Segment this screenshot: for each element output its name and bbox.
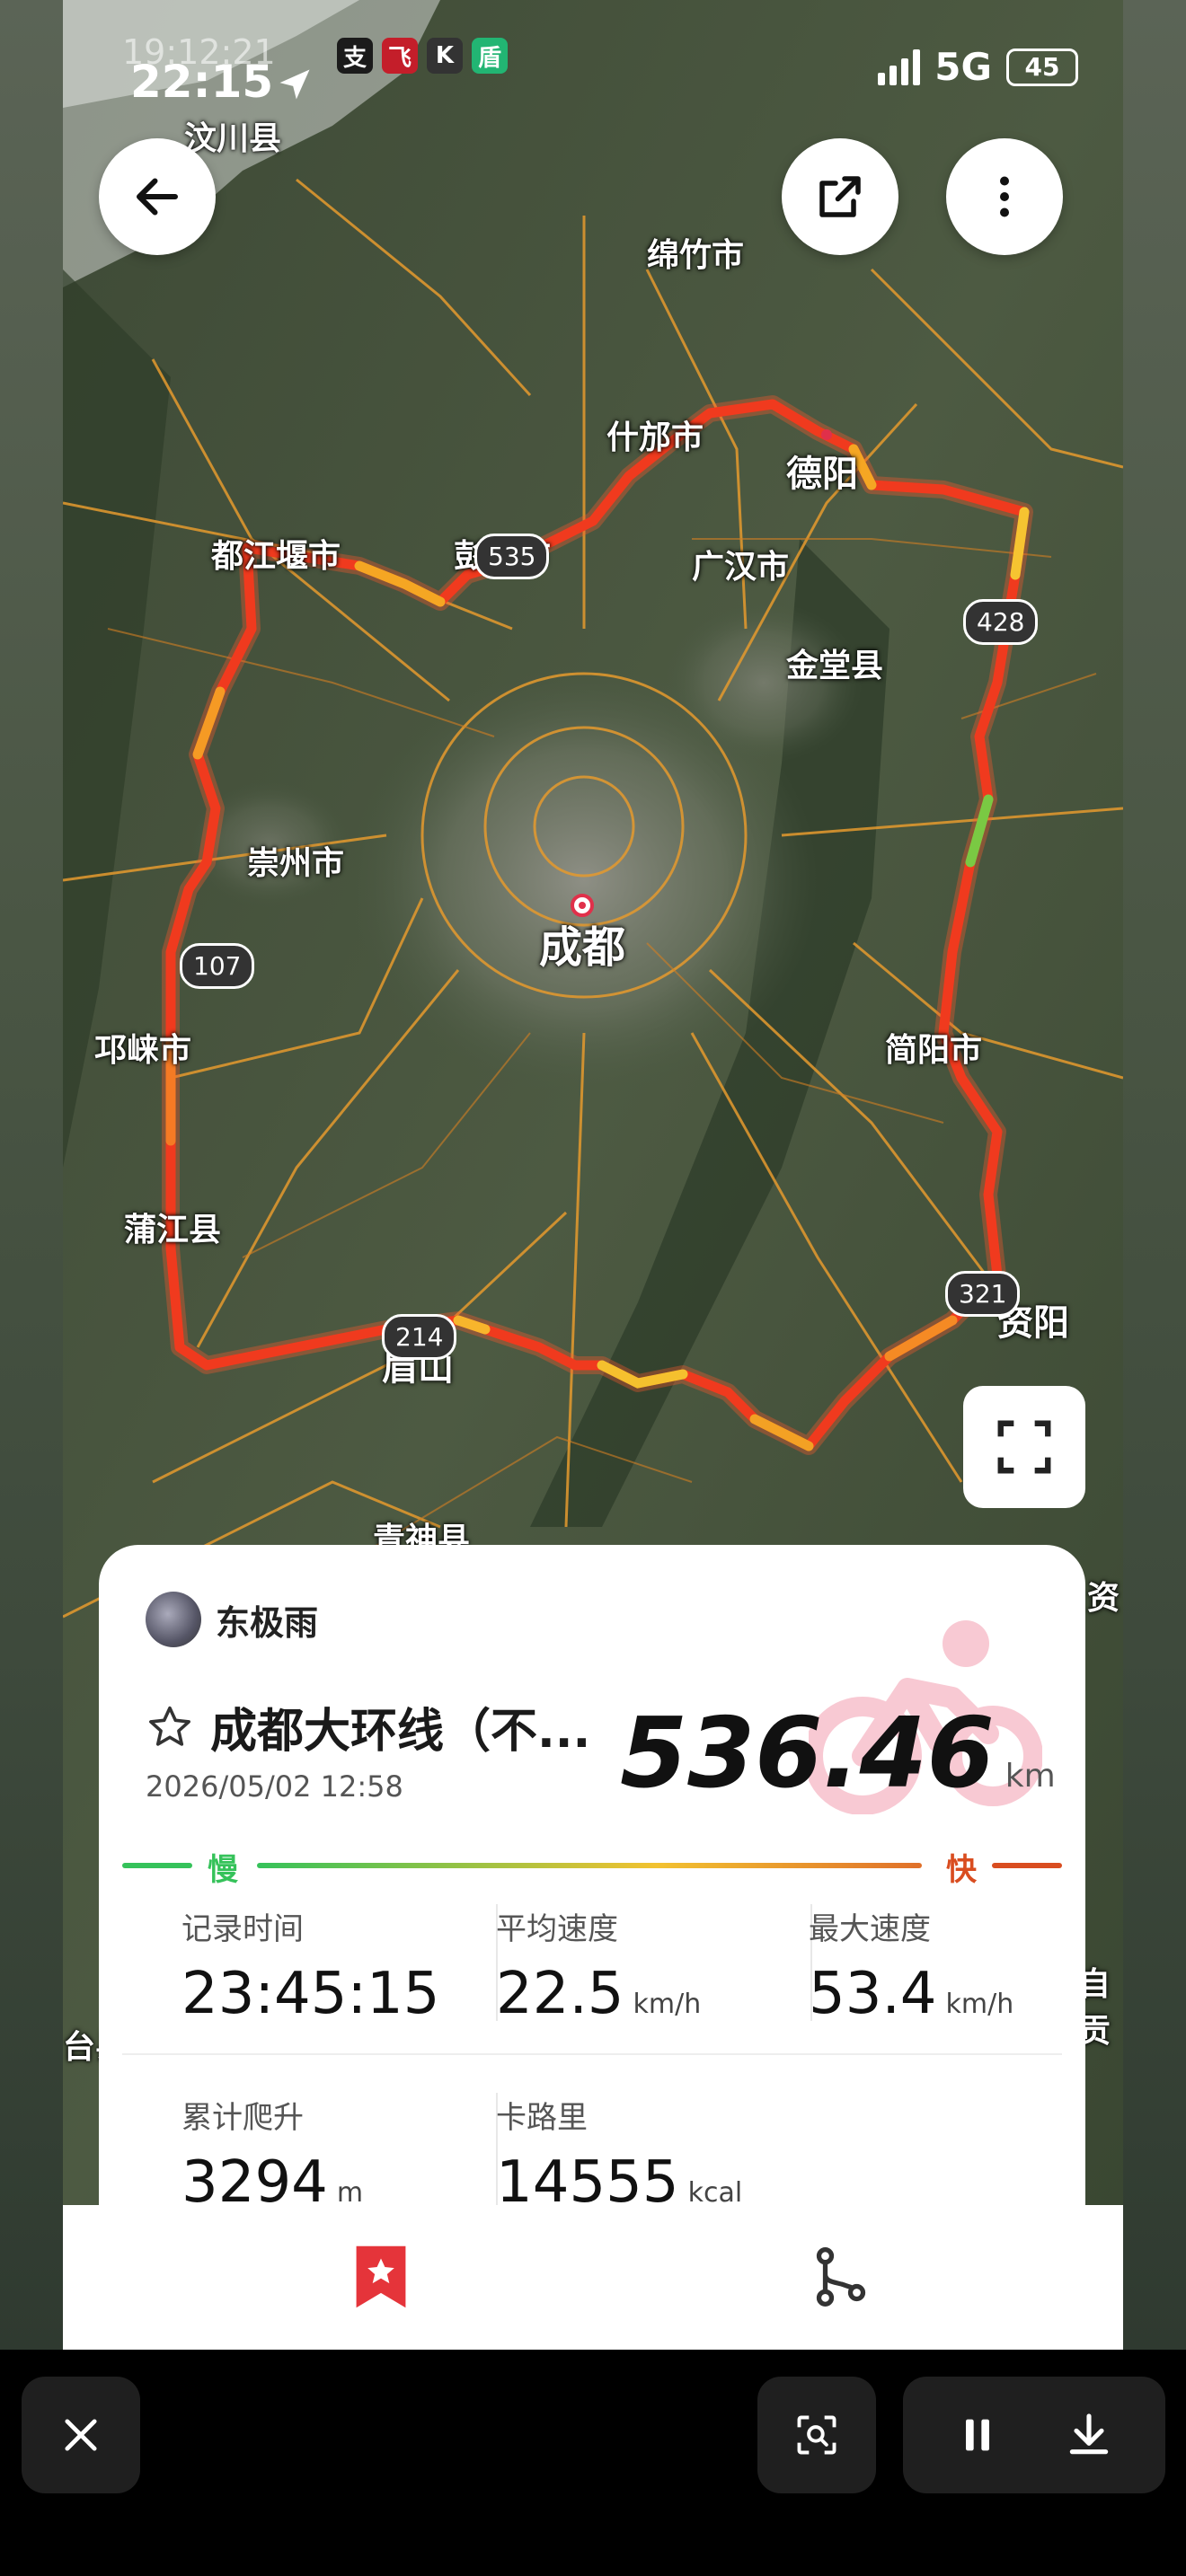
distance-unit: km (1005, 1758, 1056, 1795)
map-label-chongzhou: 崇州市 (247, 845, 345, 882)
screen-recorder-toolbar (0, 2350, 1186, 2576)
share-icon (819, 176, 861, 217)
close-icon (65, 2419, 97, 2451)
speed-line-left (122, 1863, 192, 1868)
slow-label: 慢 (208, 1852, 238, 1888)
map-label-chengdu: 成都 (539, 922, 626, 973)
stat-label: 卡路里 (496, 2100, 588, 2136)
activity-card: 东极雨 成都大环线（不... 2026/05/02 12:58 536.46 k… (99, 1545, 1085, 2228)
map-label-guanghan: 广汉市 (692, 549, 790, 586)
more-vertical-icon (1000, 176, 1009, 217)
status-right: 5G 45 (878, 45, 1078, 89)
fast-label: 快 (946, 1852, 977, 1888)
scan-icon (797, 2415, 836, 2455)
road-shield-535: 535 (474, 534, 550, 579)
close-button[interactable] (22, 2377, 140, 2493)
app-icon-red: 飞 (382, 38, 418, 74)
road-shield-428: 428 (963, 599, 1039, 645)
title-row: 成都大环线（不... (146, 1693, 590, 1760)
road-shield-107: 107 (180, 943, 255, 989)
network-label: 5G (934, 45, 992, 89)
keep-icon: K (427, 38, 463, 74)
stat-label: 平均速度 (496, 1911, 618, 1947)
alipay-icon: 支 (337, 38, 373, 74)
stat-label: 记录时间 (181, 1911, 304, 1947)
user-row[interactable]: 东极雨 (146, 1592, 318, 1647)
scan-button[interactable] (757, 2377, 876, 2493)
map-label-mianzhu: 绵竹市 (647, 237, 745, 274)
download-icon[interactable] (1064, 2410, 1114, 2460)
record-controls (903, 2377, 1165, 2493)
activity-title[interactable]: 成都大环线（不... (210, 1693, 590, 1760)
location-arrow-icon (279, 69, 310, 100)
bookmark-star-icon (356, 2245, 406, 2308)
stat-max-speed: 最大速度 53.4 km/h (809, 1904, 1114, 2027)
bottom-tab-bar (63, 2205, 1123, 2350)
road-shield-214: 214 (382, 1314, 457, 1360)
username: 东极雨 (216, 1602, 319, 1643)
tab-bookmark[interactable] (345, 2241, 417, 2313)
avatar[interactable] (146, 1592, 201, 1647)
notification-icons: 支 飞 K 盾 (337, 38, 508, 74)
distance-value: 536.46 (620, 1698, 995, 1810)
battery-icon: 45 (1006, 48, 1078, 86)
more-button[interactable] (946, 138, 1063, 255)
map-label-fragment-right: 资 (1087, 1580, 1120, 1617)
share-button[interactable] (782, 138, 898, 255)
shield-app-icon: 盾 (472, 38, 508, 74)
signal-icon (878, 49, 921, 85)
distance-display: 536.46 km (620, 1698, 1056, 1810)
pause-icon[interactable] (954, 2412, 1001, 2458)
fullscreen-button[interactable] (963, 1386, 1085, 1508)
map-label-pujiang: 蒲江县 (124, 1212, 222, 1248)
tab-route[interactable] (805, 2241, 877, 2313)
status-bar: 19:12:21 22:15 支 飞 K 盾 5G 45 (63, 0, 1123, 135)
stat-avg-speed: 平均速度 22.5 km/h (496, 1904, 801, 2027)
activity-date: 2026/05/02 12:58 (146, 1769, 403, 1804)
phone-screen: 汶川县 绵竹市 什邡市 德阳 都江堰市 彭州市 广汉市 金堂县 崇州市 成都 邛… (63, 0, 1123, 2350)
stat-label: 累计爬升 (181, 2100, 304, 2136)
back-arrow-icon (137, 178, 178, 216)
map-label-qionglai: 邛崃市 (94, 1032, 192, 1069)
map-label-jianyang: 简阳市 (885, 1032, 983, 1069)
fullscreen-icon (997, 1420, 1051, 1474)
map-label-dujiangyan: 都江堰市 (211, 538, 341, 575)
stat-value: 23:45:15 (181, 1961, 440, 2027)
speed-legend: 慢 快 (122, 1832, 1062, 1895)
back-button[interactable] (99, 138, 216, 255)
row-divider (122, 2053, 1062, 2055)
stat-label: 最大速度 (809, 1911, 931, 1947)
status-time: 22:15 (130, 56, 274, 108)
road-shield-321: 321 (945, 1271, 1021, 1317)
stat-calories: 卡路里 14555 kcal (496, 2093, 801, 2216)
map-label-shifang: 什邡市 (606, 419, 704, 456)
map-label-deyang: 德阳 (786, 454, 858, 495)
stat-elevation: 累计爬升 3294 m (181, 2093, 487, 2216)
route-branch-icon (816, 2247, 866, 2307)
speed-gradient (257, 1863, 922, 1868)
star-outline-icon[interactable] (146, 1703, 194, 1751)
stat-value: 22.5 km/h (496, 1961, 702, 2027)
stat-value: 53.4 km/h (809, 1961, 1014, 2027)
map-label-jintang: 金堂县 (786, 648, 884, 684)
stat-record-time: 记录时间 23:45:15 (181, 1904, 487, 2027)
speed-line-right (992, 1863, 1062, 1868)
